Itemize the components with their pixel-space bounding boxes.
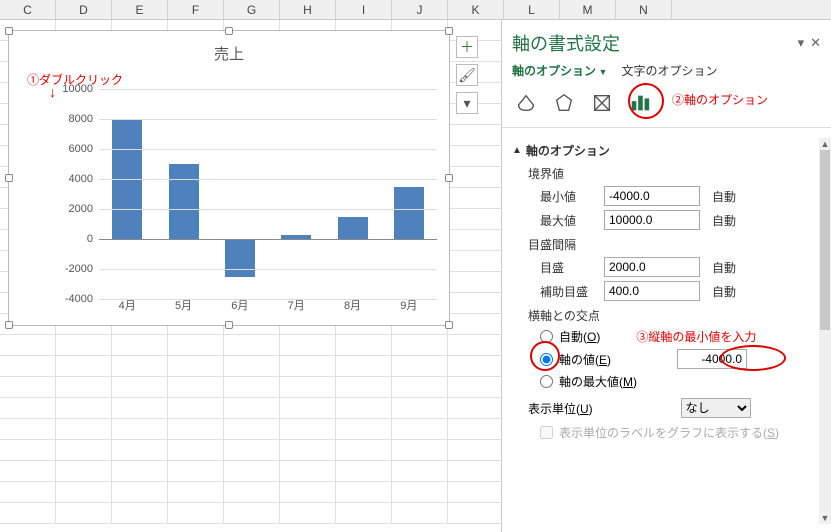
max-label: 最大値	[540, 212, 596, 229]
pane-title: 軸の書式設定	[512, 30, 792, 56]
max-input[interactable]	[604, 210, 700, 230]
x-tick-label: 4月	[119, 297, 136, 313]
col-N[interactable]: N	[616, 0, 672, 19]
effects-icon[interactable]	[550, 89, 578, 117]
y-tick-label: 4000	[69, 173, 93, 185]
col-F[interactable]: F	[168, 0, 224, 19]
annotation-3: ③縦軸の最小値を入力	[636, 328, 756, 345]
format-axis-pane: 軸の書式設定 ▾ ✕ 軸のオプション 文字のオプション ②軸のオプション ▲ 軸…	[501, 20, 831, 532]
plot-area[interactable]: 1000080006000400020000-2000-4000	[57, 89, 437, 299]
col-J[interactable]: J	[392, 0, 448, 19]
minor-auto[interactable]: 自動	[712, 283, 736, 300]
units-label: 目盛間隔	[528, 236, 825, 253]
chart-quick-tools: ＋ 🖌 ▾	[456, 36, 478, 114]
fill-line-icon[interactable]	[512, 89, 540, 117]
bar[interactable]	[338, 217, 368, 240]
y-tick-label: -2000	[65, 263, 93, 275]
chart-add-element-button[interactable]: ＋	[456, 36, 478, 58]
x-axis[interactable]: 4月 5月 6月 7月 8月 9月	[57, 293, 437, 313]
y-tick-label: 6000	[69, 143, 93, 155]
major-input[interactable]	[604, 257, 700, 277]
cross-value-input[interactable]	[677, 349, 747, 369]
size-properties-icon[interactable]	[588, 89, 616, 117]
resize-handle[interactable]	[5, 27, 13, 35]
chart-object[interactable]: 売上 ①ダブルクリック ↓ 1000080006000400020000-200…	[8, 30, 450, 326]
resize-handle[interactable]	[225, 321, 233, 329]
resize-handle[interactable]	[225, 27, 233, 35]
y-axis[interactable]: 1000080006000400020000-2000-4000	[57, 89, 99, 299]
cross-max-label: 軸の最大値(M)	[559, 373, 637, 390]
display-unit-check	[540, 426, 553, 439]
pane-scrollbar[interactable]: ▲ ▼	[819, 138, 831, 524]
x-tick-label: 5月	[175, 297, 192, 313]
cross-auto-radio[interactable]	[540, 330, 553, 343]
col-L[interactable]: L	[504, 0, 560, 19]
resize-handle[interactable]	[445, 321, 453, 329]
resize-handle[interactable]	[5, 321, 13, 329]
resize-handle[interactable]	[445, 27, 453, 35]
chart-filter-button[interactable]: ▾	[456, 92, 478, 114]
x-tick-label: 9月	[400, 297, 417, 313]
col-M[interactable]: M	[560, 0, 616, 19]
bar[interactable]	[394, 187, 424, 240]
major-auto[interactable]: 自動	[712, 259, 736, 276]
col-G[interactable]: G	[224, 0, 280, 19]
scroll-thumb[interactable]	[820, 150, 830, 330]
minor-label: 補助目盛	[540, 283, 596, 300]
col-I[interactable]: I	[336, 0, 392, 19]
cross-auto-label: 自動(O)	[559, 328, 600, 345]
col-D[interactable]: D	[56, 0, 112, 19]
y-tick-label: 8000	[69, 113, 93, 125]
cross-value-label: 軸の値(E)	[559, 351, 611, 368]
x-tick-label: 8月	[344, 297, 361, 313]
y-tick-label: 0	[87, 233, 93, 245]
col-H[interactable]: H	[280, 0, 336, 19]
annotation-2: ②軸のオプション	[672, 91, 768, 108]
chart-title[interactable]: 売上	[9, 43, 449, 64]
major-label: 目盛	[540, 259, 596, 276]
max-auto[interactable]: 自動	[712, 212, 736, 229]
min-label: 最小値	[540, 188, 596, 205]
bar[interactable]	[169, 164, 199, 239]
display-unit-label: 表示単位(U)	[528, 400, 593, 417]
collapse-triangle-icon: ▲	[512, 145, 522, 156]
display-unit-select[interactable]: なし	[681, 398, 751, 418]
y-tick-label: 10000	[62, 83, 93, 95]
section-axis-options[interactable]: ▲ 軸のオプション	[512, 142, 825, 159]
pane-body: ▲ 軸のオプション 境界値 最小値 自動 最大値 自動 目盛間隔 目盛 自動 補…	[502, 138, 831, 532]
axis-options-icon[interactable]	[626, 89, 654, 117]
col-E[interactable]: E	[112, 0, 168, 19]
x-tick-label: 6月	[231, 297, 248, 313]
y-tick-label: 2000	[69, 203, 93, 215]
resize-handle[interactable]	[445, 174, 453, 182]
bar[interactable]	[225, 239, 255, 277]
cross-max-radio[interactable]	[540, 375, 553, 388]
pane-close-button[interactable]: ✕	[810, 35, 821, 51]
col-C[interactable]: C	[0, 0, 56, 19]
bounds-label: 境界値	[528, 165, 825, 182]
tab-text-options[interactable]: 文字のオプション	[621, 62, 717, 79]
scroll-up-icon[interactable]: ▲	[819, 138, 831, 150]
plus-icon: ＋	[460, 37, 474, 57]
cross-label: 横軸との交点	[528, 307, 825, 324]
min-input[interactable]	[604, 186, 700, 206]
close-icon: ✕	[810, 35, 821, 50]
annotation-1-arrow: ↓	[49, 87, 56, 97]
col-K[interactable]: K	[448, 0, 504, 19]
bars-area[interactable]	[99, 89, 437, 299]
resize-handle[interactable]	[5, 174, 13, 182]
brush-icon: 🖌	[458, 67, 476, 84]
display-unit-check-label: 表示単位のラベルをグラフに表示する(S)	[559, 424, 779, 441]
min-auto[interactable]: 自動	[712, 188, 736, 205]
pane-dropdown-button[interactable]: ▾	[798, 35, 805, 51]
chart-styles-button[interactable]: 🖌	[456, 64, 478, 86]
minor-input[interactable]	[604, 281, 700, 301]
cross-value-radio[interactable]	[540, 353, 553, 366]
column-headers: C D E F G H I J K L M N	[0, 0, 831, 20]
section-title: 軸のオプション	[526, 142, 610, 159]
x-tick-label: 7月	[288, 297, 305, 313]
tab-axis-options[interactable]: 軸のオプション	[512, 62, 607, 79]
scroll-down-icon[interactable]: ▼	[819, 512, 831, 524]
funnel-icon: ▾	[463, 95, 470, 112]
